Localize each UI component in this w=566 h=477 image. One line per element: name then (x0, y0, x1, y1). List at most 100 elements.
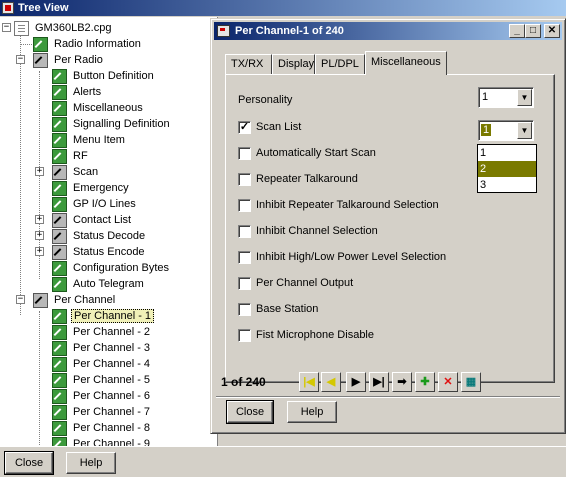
tree-item[interactable]: Radio Information (33, 36, 143, 52)
setting-icon (52, 276, 67, 292)
dialog-help-button[interactable]: Help (287, 401, 337, 423)
folder-icon (52, 164, 67, 180)
tree-pane[interactable]: − GM360LB2.cpg Radio Information − Per R… (0, 17, 218, 446)
tree-item[interactable]: Per Channel - 6 (52, 388, 152, 404)
dropdown-option-highlighted[interactable]: 2 (478, 161, 536, 177)
grid-view-button[interactable]: ▦ (461, 372, 481, 392)
expand-toggle[interactable]: + (35, 167, 44, 176)
tab-display[interactable]: Display (272, 54, 315, 74)
personality-select[interactable]: 1 ▼ (478, 87, 534, 108)
base-station-checkbox[interactable] (238, 303, 251, 316)
checkbox-label: Inhibit Channel Selection (256, 225, 378, 237)
app-title: Tree View (18, 2, 69, 14)
close-button[interactable]: Close (4, 451, 54, 475)
app-icon (2, 2, 14, 14)
tree-line (39, 311, 40, 446)
tree-item[interactable]: Button Definition (52, 68, 156, 84)
tree-item[interactable]: Emergency (52, 180, 131, 196)
expand-toggle[interactable]: + (35, 247, 44, 256)
channel-icon (52, 356, 67, 372)
channel-icon (52, 308, 67, 324)
tree-item[interactable]: Per Channel - 7 (52, 404, 152, 420)
first-record-button[interactable]: |◀ (299, 372, 319, 392)
checkbox-label: Inhibit High/Low Power Level Selection (256, 251, 447, 263)
tree-item[interactable]: Status Encode (52, 244, 147, 260)
add-record-button[interactable]: ✚ (415, 372, 435, 392)
per-channel-output-checkbox[interactable] (238, 277, 251, 290)
checkbox-label: Fist Microphone Disable (256, 329, 374, 341)
tree-item[interactable]: Miscellaneous (52, 100, 145, 116)
file-icon (14, 20, 29, 36)
scan-list-dropdown[interactable]: 1 2 3 (477, 144, 537, 193)
help-button[interactable]: Help (66, 452, 116, 474)
tree-item[interactable]: Per Channel - 4 (52, 356, 152, 372)
prev-record-button[interactable]: ◀ (321, 372, 341, 392)
tree-item[interactable]: Alerts (52, 84, 103, 100)
inhibit-power-level-checkbox[interactable] (238, 251, 251, 264)
tree-item[interactable]: GP I/O Lines (52, 196, 138, 212)
tree-item[interactable]: Menu Item (52, 132, 127, 148)
setting-icon (52, 116, 67, 132)
tree-item[interactable]: Configuration Bytes (52, 260, 171, 276)
tree-item[interactable]: Status Decode (52, 228, 147, 244)
tree-item[interactable]: Signalling Definition (52, 116, 172, 132)
inhibit-repeater-talkaround-checkbox[interactable] (238, 199, 251, 212)
checkbox-label: Base Station (256, 303, 319, 315)
setting-icon (52, 260, 67, 276)
footer-bar: Close Help (0, 446, 566, 477)
tree-item[interactable]: Per Radio (33, 52, 105, 68)
tree-item-selected[interactable]: Per Channel - 1 (52, 308, 155, 324)
next-record-button[interactable]: ▶ (346, 372, 366, 392)
collapse-toggle[interactable]: − (2, 23, 11, 32)
setting-icon (52, 196, 67, 212)
channel-icon (52, 420, 67, 436)
delete-record-button[interactable]: ✕ (438, 372, 458, 392)
tree-item[interactable]: Auto Telegram (52, 276, 146, 292)
record-counter: 1 of 240 (221, 375, 266, 389)
divider (216, 396, 560, 398)
radio-info-icon (33, 36, 48, 52)
chevron-down-icon[interactable]: ▼ (517, 89, 532, 106)
dropdown-option[interactable]: 1 (478, 145, 536, 161)
channel-icon (52, 436, 67, 446)
setting-icon (52, 84, 67, 100)
tree-item[interactable]: RF (52, 148, 90, 164)
inhibit-channel-selection-checkbox[interactable] (238, 225, 251, 238)
auto-start-scan-checkbox[interactable] (238, 147, 251, 160)
tab-txrx[interactable]: TX/RX (225, 54, 272, 74)
tree-item[interactable]: Per Channel - 2 (52, 324, 152, 340)
minimize-button[interactable]: _ (509, 24, 525, 38)
goto-record-button[interactable]: ➡ (392, 372, 412, 392)
chevron-down-icon[interactable]: ▼ (517, 122, 532, 139)
repeater-talkaround-checkbox[interactable] (238, 173, 251, 186)
dialog-close-button[interactable]: Close (226, 400, 274, 424)
scan-list-label: Scan List (256, 121, 302, 133)
tab-pldpl[interactable]: PL/DPL (315, 54, 365, 74)
maximize-button[interactable]: □ (525, 24, 541, 38)
expand-toggle[interactable]: + (35, 215, 44, 224)
scan-list-checkbox[interactable]: ✓ (238, 121, 251, 134)
tree-item[interactable]: Contact List (52, 212, 133, 228)
tree-root[interactable]: GM360LB2.cpg (14, 20, 113, 36)
tree-item[interactable]: Per Channel - 3 (52, 340, 152, 356)
folder-icon (52, 228, 67, 244)
tree-item[interactable]: Per Channel - 8 (52, 420, 152, 436)
scan-list-select[interactable]: 1 ▼ (478, 120, 534, 141)
tree-item[interactable]: Per Channel - 5 (52, 372, 152, 388)
folder-icon (52, 244, 67, 260)
tree-item[interactable]: Scan (52, 164, 100, 180)
collapse-toggle[interactable]: − (16, 295, 25, 304)
dialog-title: Per Channel-1 of 240 (235, 25, 344, 37)
fist-microphone-disable-checkbox[interactable] (238, 329, 251, 342)
window-close-button[interactable]: ✕ (544, 24, 560, 38)
dropdown-option[interactable]: 3 (478, 177, 536, 193)
tab-miscellaneous[interactable]: Miscellaneous (365, 51, 447, 75)
expand-toggle[interactable]: + (35, 231, 44, 240)
tree-line (20, 31, 21, 315)
last-record-button[interactable]: ▶| (369, 372, 389, 392)
checkbox-label: Automatically Start Scan (256, 147, 376, 159)
collapse-toggle[interactable]: − (16, 55, 25, 64)
tree-item[interactable]: Per Channel - 9 (52, 436, 152, 446)
tree-item[interactable]: Per Channel (33, 292, 117, 308)
folder-icon (33, 52, 48, 68)
